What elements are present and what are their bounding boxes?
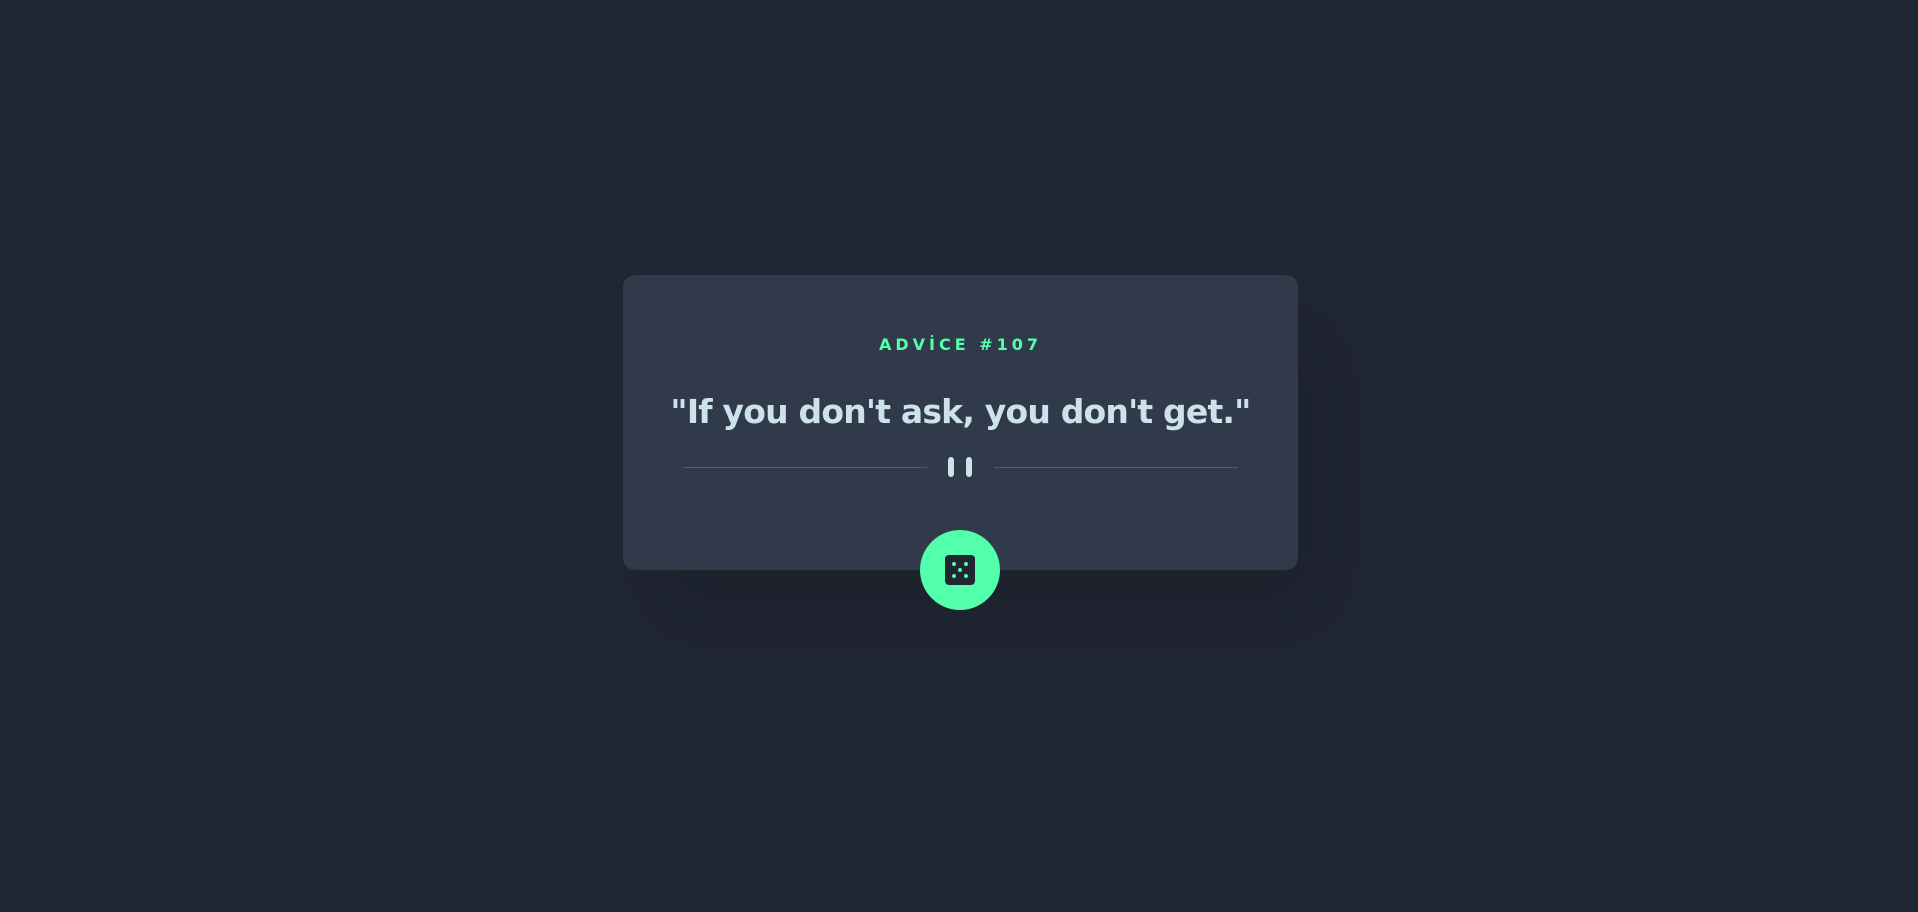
divider-line-left bbox=[683, 467, 927, 468]
divider bbox=[683, 457, 1238, 477]
pause-icon bbox=[947, 457, 973, 477]
advice-quote: "If you don't ask, you don't get." bbox=[670, 392, 1251, 431]
dice-icon bbox=[945, 555, 975, 585]
generate-advice-button[interactable] bbox=[920, 530, 1000, 610]
advice-card: ADVİCE #107 "If you don't ask, you don't… bbox=[623, 275, 1298, 570]
divider-line-right bbox=[994, 467, 1238, 468]
advice-id-label: ADVİCE #107 bbox=[878, 335, 1043, 354]
